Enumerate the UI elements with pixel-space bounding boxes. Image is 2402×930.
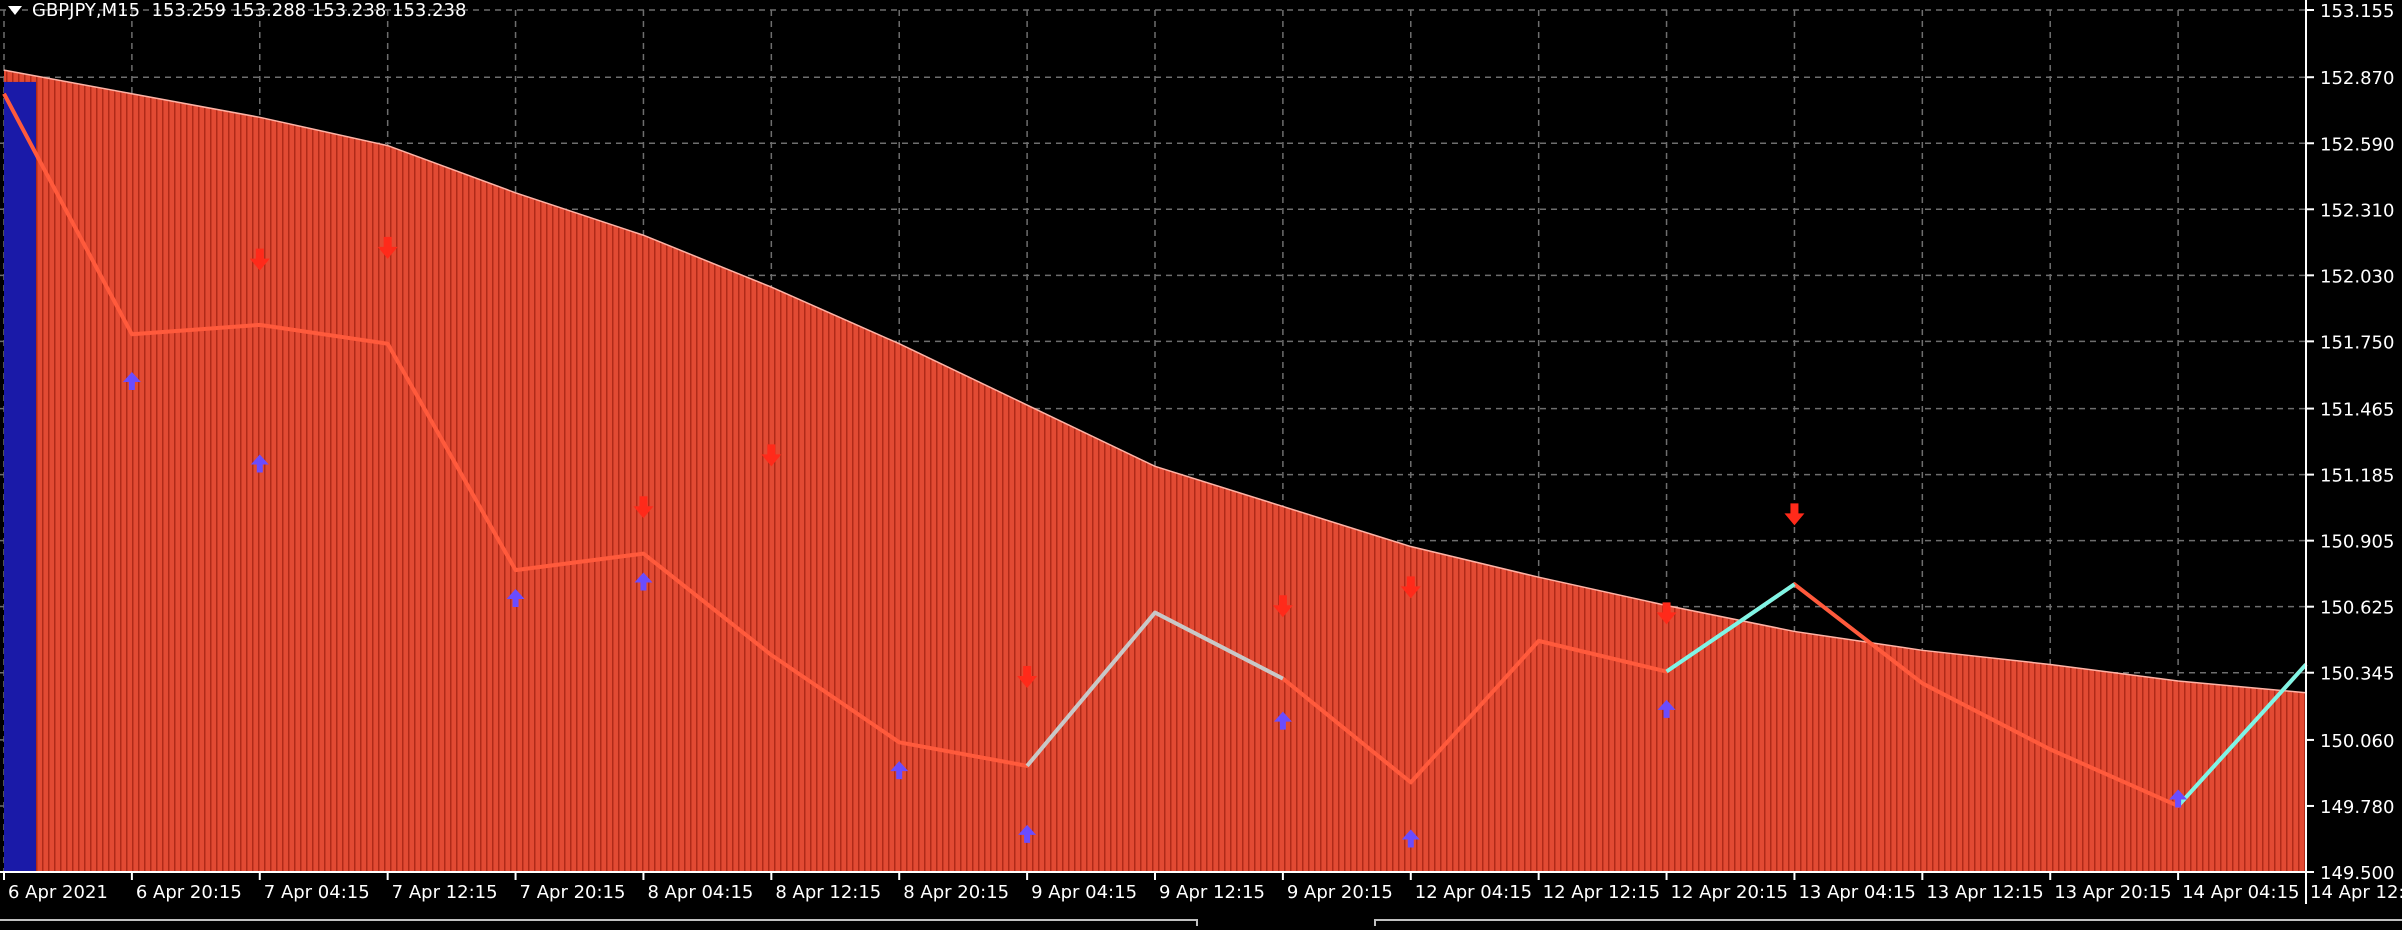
time-tick-label: 9 Apr 12:15	[1159, 882, 1265, 903]
chart-window[interactable]: 153.155 152.870 152.590 152.310 152.030 151.7…	[0, 0, 2402, 926]
time-tick-label: 8 Apr 20:15	[903, 882, 1009, 903]
price-tick-label: 150.905	[2320, 532, 2394, 553]
menu-triangle-icon[interactable]	[8, 6, 22, 15]
price-tick-label: 152.590	[2320, 134, 2394, 155]
time-tick-label: 13 Apr 20:15	[2054, 882, 2171, 903]
time-tick-label: 7 Apr 20:15	[520, 882, 626, 903]
price-tick-label: 151.465	[2320, 400, 2394, 421]
price-tick-label: 150.060	[2320, 731, 2394, 752]
time-tick-label: 8 Apr 04:15	[647, 882, 753, 903]
time-tick-label: 12 Apr 12:15	[1543, 882, 1660, 903]
price-tick-label: 153.155	[2320, 1, 2394, 22]
time-tick-label: 6 Apr 2021	[8, 882, 108, 903]
time-tick-label: 7 Apr 12:15	[392, 882, 498, 903]
price-tick-label: 151.185	[2320, 466, 2394, 487]
time-tick-label: 12 Apr 20:15	[1671, 882, 1788, 903]
time-tick-label: 8 Apr 12:15	[775, 882, 881, 903]
price-tick-label: 150.345	[2320, 664, 2394, 685]
price-tick-label: 150.625	[2320, 598, 2394, 619]
time-tick-label: 9 Apr 20:15	[1287, 882, 1393, 903]
ohlc-label: 153.259 153.288 153.238 153.238	[151, 0, 467, 21]
time-tick-label: 6 Apr 20:15	[136, 882, 242, 903]
price-tick-label: 152.870	[2320, 68, 2394, 89]
time-tick-label: 9 Apr 04:15	[1031, 882, 1137, 903]
price-tick-label: 151.750	[2320, 332, 2394, 353]
time-tick-label: 12 Apr 04:15	[1415, 882, 1532, 903]
price-tick-label: 152.310	[2320, 200, 2394, 221]
time-tick-label: 13 Apr 12:15	[1926, 882, 2043, 903]
price-chart[interactable]: 153.155 152.870 152.590 152.310 152.030 151.7…	[0, 0, 2402, 926]
symbol-label: GBPJPY,M15	[32, 0, 141, 21]
time-tick-label: 14 Apr 12:15	[2310, 882, 2402, 903]
price-tick-label: 152.030	[2320, 266, 2394, 287]
scrollbar-left-segment[interactable]	[0, 919, 1198, 926]
scrollbar-right-segment[interactable]	[1374, 919, 2402, 926]
time-tick-label: 13 Apr 04:15	[1798, 882, 1915, 903]
chart-header: GBPJPY,M15 153.259 153.288 153.238 153.2…	[32, 0, 466, 22]
time-tick-label: 14 Apr 04:15	[2182, 882, 2299, 903]
price-tick-label: 149.780	[2320, 797, 2394, 818]
left-blue-band	[4, 81, 36, 873]
price-tick-label: 149.500	[2320, 863, 2394, 884]
time-tick-label: 7 Apr 04:15	[264, 882, 370, 903]
